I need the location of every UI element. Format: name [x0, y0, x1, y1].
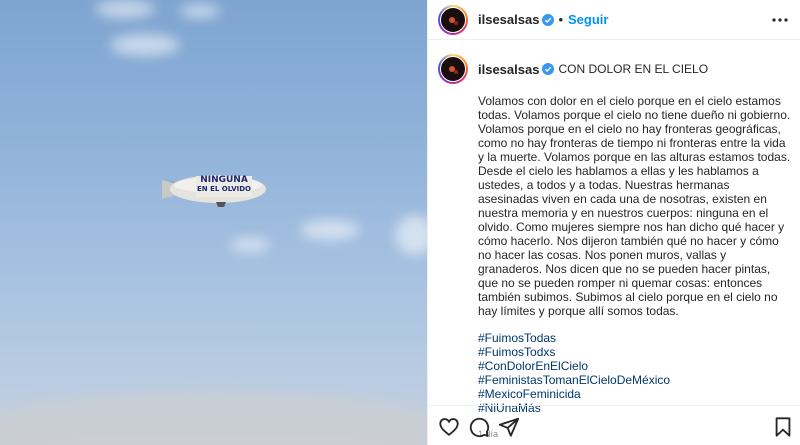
- banner-line-1: NINGUNA: [200, 175, 248, 185]
- caption-header: ilsesalsas CON DOLOR EN EL CIELO: [438, 54, 790, 84]
- banner-line-2: EN EL OLVIDO: [197, 185, 251, 193]
- hashtag-link[interactable]: #FuimosTodas: [478, 331, 790, 345]
- more-options-icon[interactable]: [772, 13, 788, 27]
- caption-username[interactable]: ilsesalsas: [478, 62, 539, 77]
- hashtag-link[interactable]: #FuimosTodxs: [478, 345, 790, 359]
- cloud: [180, 4, 220, 18]
- hashtag-list: #FuimosTodas #FuimosTodxs #ConDolorEnElC…: [478, 331, 790, 415]
- cloud: [230, 238, 270, 252]
- follow-button[interactable]: Seguir: [568, 12, 608, 27]
- cloud: [300, 220, 360, 240]
- cloud: [395, 215, 427, 255]
- cloud: [0, 390, 427, 445]
- caption-body: Volamos con dolor en el cielo porque en …: [478, 94, 791, 318]
- caption-avatar[interactable]: [438, 54, 468, 84]
- hashtag-link[interactable]: #MexicoFeminicida: [478, 387, 790, 401]
- cloud: [95, 0, 155, 18]
- separator: •: [558, 12, 564, 27]
- post-image[interactable]: NINGUNA EN EL OLVIDO: [0, 0, 427, 445]
- cloud: [110, 34, 180, 56]
- banner-text: NINGUNA EN EL OLVIDO: [196, 176, 252, 194]
- hashtag-link[interactable]: #FeministasTomanElCieloDeMéxico: [478, 373, 790, 387]
- post-header: ilsesalsas • Seguir: [428, 0, 800, 40]
- username-link[interactable]: ilsesalsas: [478, 12, 539, 27]
- hashtag-link[interactable]: #ConDolorEnElCielo: [478, 359, 790, 373]
- verified-badge-icon: [542, 13, 555, 26]
- bookmark-icon[interactable]: [772, 416, 794, 438]
- heart-icon[interactable]: [438, 416, 460, 438]
- share-icon[interactable]: [498, 416, 520, 438]
- avatar[interactable]: [438, 4, 468, 35]
- comment-icon[interactable]: [468, 416, 490, 438]
- verified-badge-icon: [542, 63, 555, 75]
- action-bar: [428, 405, 800, 445]
- caption: ilsesalsas CON DOLOR EN EL CIELO Volamos…: [438, 54, 790, 439]
- caption-title: CON DOLOR EN EL CIELO: [558, 62, 709, 76]
- blimp: NINGUNA EN EL OLVIDO: [160, 168, 270, 213]
- post-panel: ilsesalsas • Seguir ilsesalsas CON DOLOR…: [427, 0, 800, 445]
